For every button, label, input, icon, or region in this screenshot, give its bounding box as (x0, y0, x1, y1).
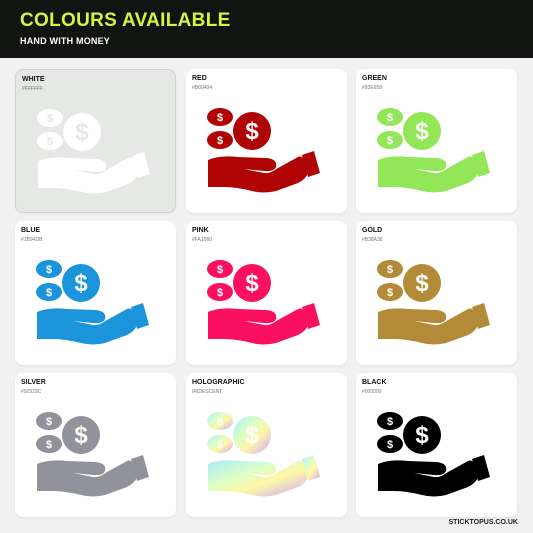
colour-code: #92929C (21, 389, 42, 395)
hand-with-money-icon: $ $ $ (377, 412, 490, 497)
svg-text:$: $ (47, 136, 53, 148)
svg-text:$: $ (245, 270, 259, 297)
hand-with-money-icon: $ $ $ (207, 260, 320, 345)
svg-text:$: $ (46, 287, 52, 299)
hand-with-money-icon: $ $ $ (377, 260, 490, 345)
svg-text:$: $ (387, 416, 393, 428)
svg-text:$: $ (415, 422, 429, 449)
colour-card-holographic: HOLOGRAPHIC IRIDESCENT $ $ $ (186, 373, 347, 517)
colour-code: IRIDESCENT (192, 389, 223, 395)
hand-with-money-icon: $ $ $ (36, 412, 149, 497)
hand-with-money-icon: $ $ $ (207, 108, 320, 193)
colour-name: BLUE (21, 227, 41, 234)
svg-text:$: $ (245, 422, 259, 449)
colour-code: #93E658 (362, 85, 383, 91)
colour-card-green: GREEN #93E658 $ $ $ (356, 69, 517, 213)
colour-name: PINK (192, 227, 209, 234)
colour-code: #1B94DB (21, 237, 43, 243)
svg-text:$: $ (217, 135, 223, 147)
svg-text:$: $ (217, 264, 223, 276)
svg-text:$: $ (245, 118, 259, 145)
svg-text:$: $ (415, 118, 429, 145)
svg-text:$: $ (217, 112, 223, 124)
page-title: COLOURS AVAILABLE (20, 10, 231, 31)
colour-card-gold: GOLD #B38A38 $ $ $ (356, 221, 517, 365)
colour-code: #FA1060 (192, 237, 213, 243)
footer-site: STICKTOPUS.CO.UK (448, 519, 519, 526)
svg-text:$: $ (217, 439, 223, 451)
svg-text:$: $ (74, 422, 88, 449)
hand-with-money-icon: $ $ $ (377, 108, 490, 193)
svg-text:$: $ (415, 270, 429, 297)
hand-with-money-icon: $ $ $ (36, 260, 149, 345)
colour-name: SILVER (21, 379, 46, 386)
svg-text:$: $ (46, 416, 52, 428)
colour-code: #B38A38 (362, 237, 383, 243)
colour-name: GREEN (362, 75, 387, 82)
colour-name: WHITE (22, 76, 45, 83)
svg-text:$: $ (47, 113, 53, 125)
svg-text:$: $ (75, 119, 89, 146)
colour-card-blue: BLUE #1B94DB $ $ $ (15, 221, 176, 365)
svg-text:$: $ (74, 270, 88, 297)
colour-card-silver: SILVER #92929C $ $ $ (15, 373, 176, 517)
colour-name: BLACK (362, 379, 387, 386)
page-subtitle: HAND WITH MONEY (20, 36, 110, 46)
svg-text:$: $ (387, 135, 393, 147)
colour-name: HOLOGRAPHIC (192, 379, 245, 386)
header-bar: COLOURS AVAILABLE HAND WITH MONEY (0, 0, 533, 58)
svg-text:$: $ (387, 264, 393, 276)
colour-code: #FFFFFF (22, 86, 44, 92)
colour-name: GOLD (362, 227, 383, 234)
svg-text:$: $ (387, 439, 393, 451)
colour-card-black: BLACK #000000 $ $ $ (356, 373, 517, 517)
colour-card-white: WHITE #FFFFFF $ $ $ (15, 69, 176, 213)
svg-text:$: $ (217, 287, 223, 299)
svg-text:$: $ (46, 439, 52, 451)
hand-with-money-icon: $ $ $ (207, 412, 320, 497)
colour-code: #B00404 (192, 85, 213, 91)
colour-name: RED (192, 75, 207, 82)
svg-text:$: $ (46, 264, 52, 276)
svg-text:$: $ (387, 287, 393, 299)
hand-with-money-icon: $ $ $ (37, 109, 150, 194)
svg-text:$: $ (217, 416, 223, 428)
colour-card-pink: PINK #FA1060 $ $ $ (186, 221, 347, 365)
svg-text:$: $ (387, 112, 393, 124)
colour-code: #000000 (362, 389, 382, 395)
colour-card-red: RED #B00404 $ $ $ (186, 69, 347, 213)
